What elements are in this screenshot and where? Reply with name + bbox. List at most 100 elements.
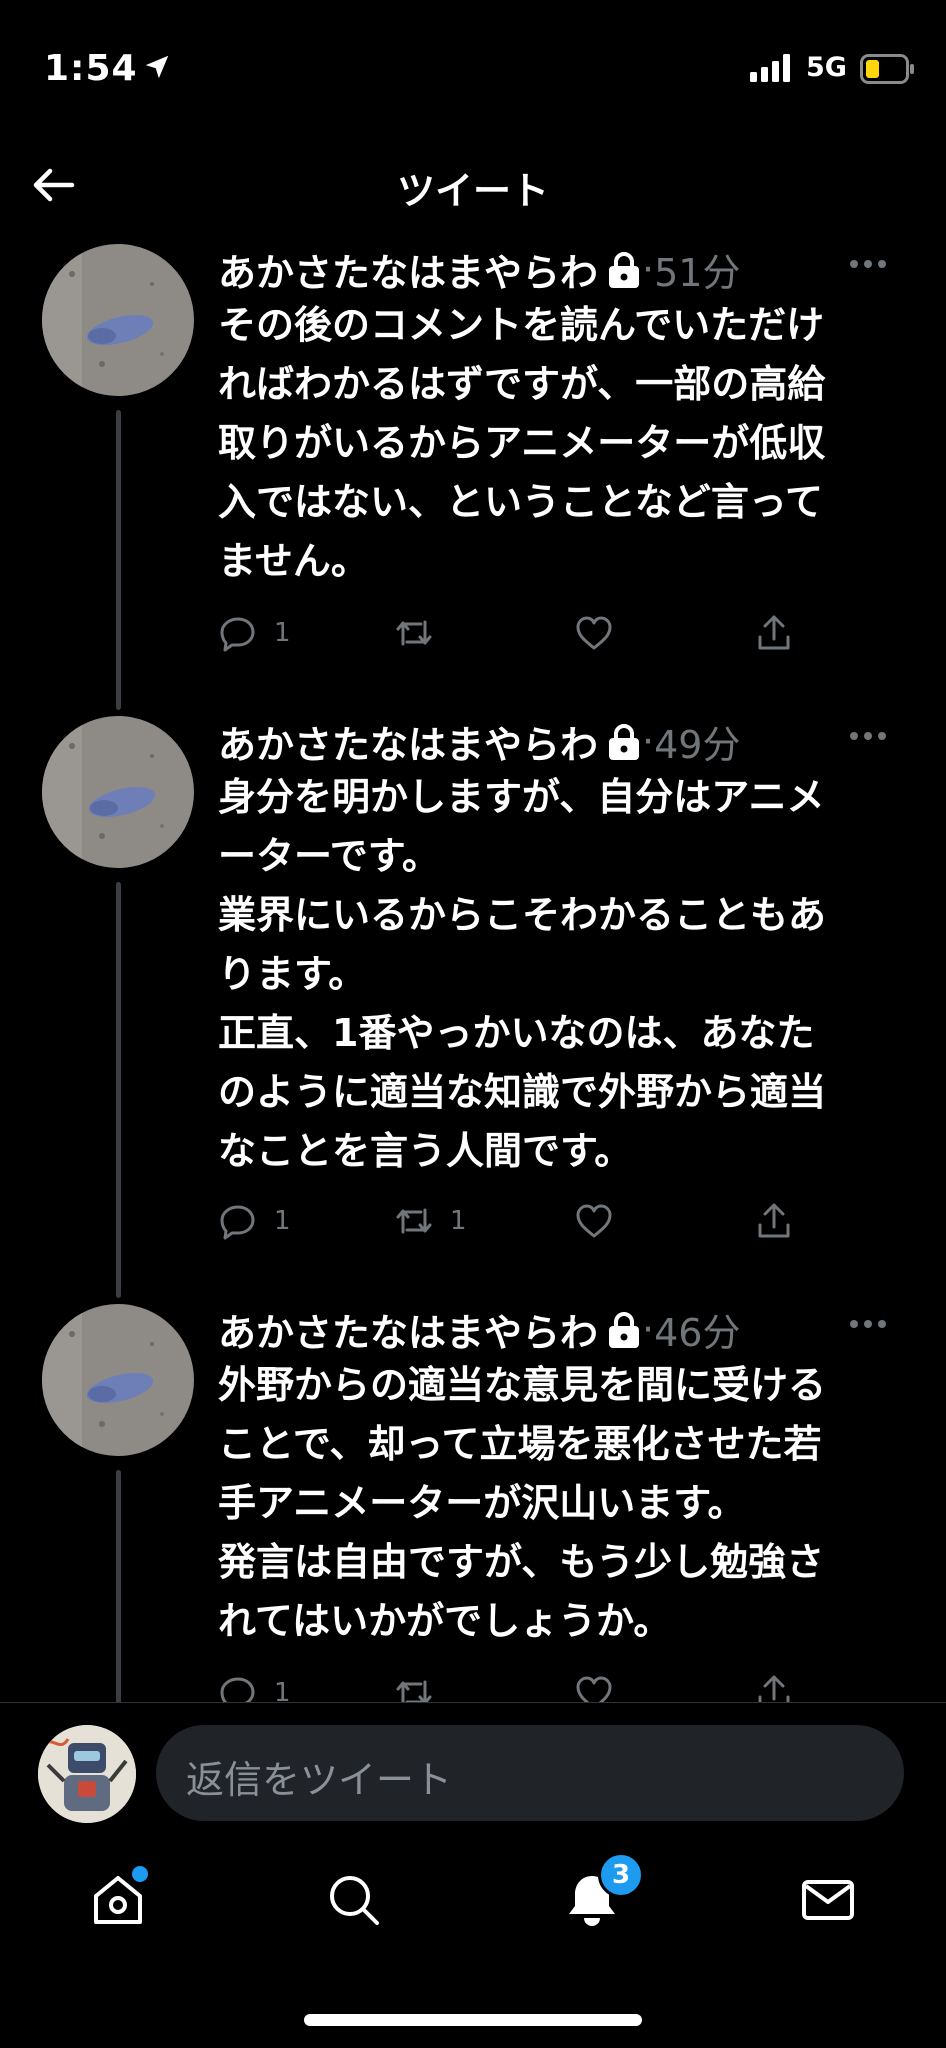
author-name[interactable]: あかさたなはまやらわ <box>218 1311 598 1355</box>
reply-bar: 返信をツイート <box>0 1702 946 1843</box>
reply-icon <box>220 1677 255 1702</box>
like-button[interactable] <box>574 1196 630 1246</box>
home-new-dot <box>132 1866 148 1882</box>
share-icon <box>758 1675 790 1702</box>
avatar[interactable] <box>42 244 194 396</box>
reply-input[interactable]: 返信をツイート <box>156 1725 904 1821</box>
tweet[interactable]: あかさたなはまやらわ ·49分 身分を明かしますが、自分はアニメ ーターです。 業… <box>0 714 946 1300</box>
reply-icon <box>220 617 255 652</box>
pigeon-avatar-image <box>42 716 194 868</box>
tweet-text: その後のコメントを読んでいただけ ればわかるはずですが、一部の高給 取りがいるか… <box>218 296 908 591</box>
tweet-text: 外野からの適当な意見を間に受ける ことで、却って立場を悪化させた若 手アニメータ… <box>218 1356 908 1651</box>
pigeon-avatar-image <box>42 244 194 396</box>
tweet-line: ればわかるはずですが、一部の高給 <box>218 362 826 406</box>
tweet-line: ことで、却って立場を悪化させた若 <box>218 1422 822 1466</box>
tweet[interactable]: あかさたなはまやらわ ·46分 外野からの適当な意見を間に受ける ことで、却って立… <box>0 1302 946 1702</box>
tab-notifications[interactable]: 3 <box>562 1852 644 1940</box>
more-options-icon[interactable] <box>848 1316 888 1332</box>
home-indicator[interactable] <box>304 2014 642 2026</box>
tweet-age[interactable]: 46分 <box>654 1311 740 1355</box>
robot-avatar-image <box>38 1725 136 1823</box>
tweet-line: 身分を明かしますが、自分はアニメ <box>218 775 825 819</box>
retweet-button[interactable] <box>394 608 450 658</box>
tweet-line: 発言は自由ですが、もう少し勉強さ <box>218 1540 825 1584</box>
tweet-age[interactable]: 51分 <box>654 251 740 295</box>
tweet-line: のように適当な知識で外野から適当 <box>218 1070 827 1114</box>
retweet-button[interactable]: 1 <box>394 1196 467 1246</box>
tweet-header: あかさたなはまやらわ ·49分 <box>218 714 918 770</box>
separator-dot: · <box>642 247 655 292</box>
thread-line <box>116 882 121 1298</box>
pigeon-avatar-image <box>42 1304 194 1456</box>
tweet-line: ります。 <box>218 952 367 996</box>
heart-icon <box>576 1204 612 1238</box>
tweet-line: その後のコメントを読んでいただけ <box>218 303 825 347</box>
tweet-actions: 1 <box>218 608 918 658</box>
share-icon <box>758 615 790 650</box>
battery-icon <box>860 54 914 84</box>
tweet-line: 取りがいるからアニメーターが低収 <box>218 421 826 465</box>
reply-button[interactable]: 1 <box>218 1196 291 1246</box>
lock-icon <box>609 723 640 760</box>
author-name[interactable]: あかさたなはまやらわ <box>218 723 598 767</box>
notifications-badge: 3 <box>598 1852 644 1898</box>
status-bar: 1:54 5G <box>0 0 946 140</box>
reply-count: 1 <box>274 1206 291 1236</box>
my-avatar[interactable] <box>38 1725 136 1823</box>
heart-icon <box>576 1676 612 1702</box>
retweet-icon <box>396 620 432 646</box>
tweet-line: 業界にいるからこそわかることもあ <box>218 893 827 937</box>
reply-button[interactable]: 1 <box>218 608 291 658</box>
more-options-icon[interactable] <box>848 256 888 272</box>
tweet-line: ーターです。 <box>218 834 440 878</box>
location-arrow-icon <box>145 55 169 79</box>
tab-home[interactable] <box>88 1866 158 1940</box>
reply-icon <box>220 1205 255 1240</box>
like-button[interactable] <box>574 608 630 658</box>
tweet-line: 入ではない、ということなど言って <box>218 480 823 524</box>
reply-button[interactable]: 1 <box>218 1668 291 1702</box>
cellular-signal-icon <box>750 54 790 82</box>
header: ツイート <box>0 140 946 240</box>
share-button[interactable] <box>754 1668 794 1702</box>
tab-bar: 3 <box>0 1842 946 2048</box>
tweet-line: ません。 <box>218 539 369 583</box>
envelope-icon <box>802 1880 854 1920</box>
retweet-icon <box>396 1680 432 1702</box>
tweet-age[interactable]: 49分 <box>654 723 740 767</box>
tweet-line: 手アニメーターが沢山います。 <box>218 1481 746 1525</box>
tweet-header: あかさたなはまやらわ ·46分 <box>218 1302 918 1358</box>
network-type: 5G <box>806 52 847 83</box>
share-button[interactable] <box>754 1196 794 1246</box>
tab-search[interactable] <box>324 1870 394 1940</box>
reply-count: 1 <box>274 1678 291 1702</box>
share-icon <box>758 1203 790 1238</box>
retweet-count: 1 <box>450 1206 467 1236</box>
tab-messages[interactable] <box>798 1870 868 1940</box>
lock-icon <box>609 251 640 288</box>
avatar[interactable] <box>42 716 194 868</box>
separator-dot: · <box>642 1307 655 1352</box>
tweet-text: 身分を明かしますが、自分はアニメ ーターです。 業界にいるからこそわかることもあ… <box>218 768 908 1181</box>
tweet-actions: 1 <box>218 1668 918 1702</box>
avatar[interactable] <box>42 1304 194 1456</box>
tweet-actions: 1 1 <box>218 1196 918 1246</box>
page-title: ツイート <box>396 169 549 213</box>
tweet[interactable]: あかさたなはまやらわ ·51分 その後のコメントを読んでいただけ ればわかるはずで… <box>0 242 946 712</box>
separator-dot: · <box>642 719 655 764</box>
like-button[interactable] <box>574 1668 630 1702</box>
thread-line <box>116 410 121 710</box>
retweet-button[interactable] <box>394 1668 450 1702</box>
retweet-icon <box>396 1208 432 1234</box>
share-button[interactable] <box>754 608 794 658</box>
tweet-line: なことを言う人間です。 <box>218 1129 633 1173</box>
more-options-icon[interactable] <box>848 728 888 744</box>
author-name[interactable]: あかさたなはまやらわ <box>218 251 598 295</box>
reply-count: 1 <box>274 618 291 648</box>
heart-icon <box>576 616 612 650</box>
search-icon <box>330 1876 379 1925</box>
lock-icon <box>609 1311 640 1348</box>
tweet-header: あかさたなはまやらわ ·51分 <box>218 242 918 298</box>
tweet-line: れてはいかがでしょうか。 <box>218 1599 672 1643</box>
thread-line <box>116 1470 121 1702</box>
